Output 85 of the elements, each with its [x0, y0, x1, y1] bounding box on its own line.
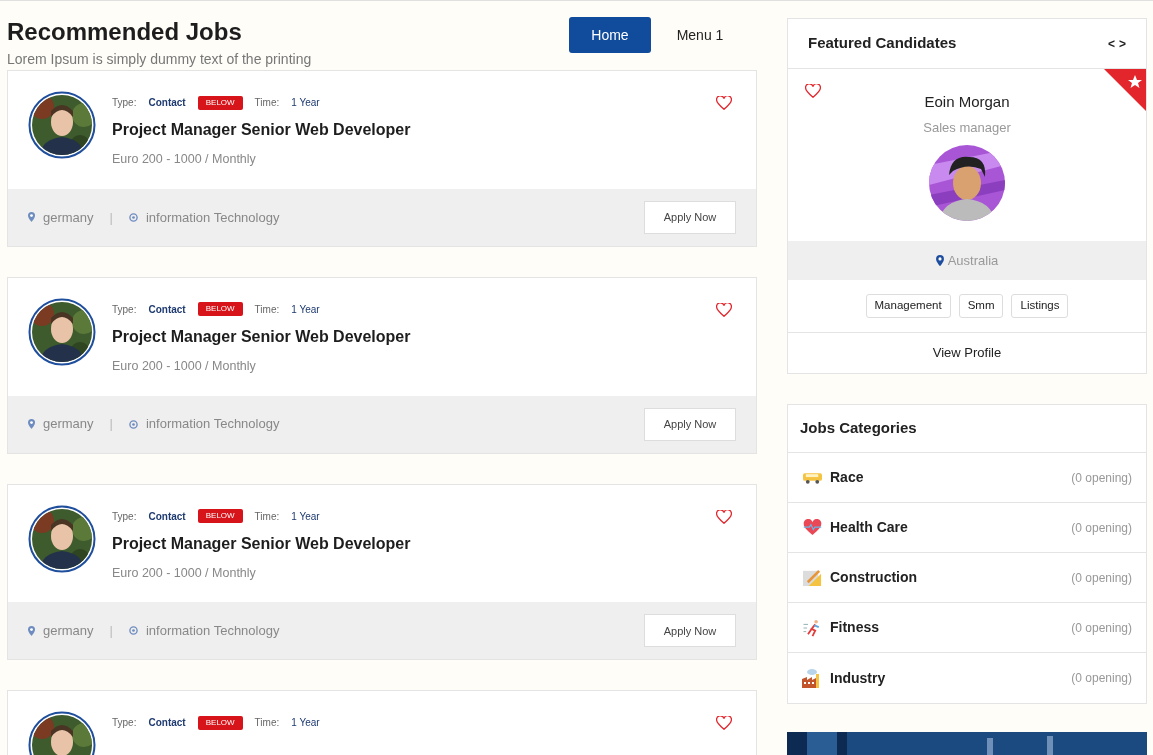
category-name: Industry — [830, 668, 887, 688]
map-pin-icon — [28, 625, 35, 636]
heart-pulse-icon — [802, 519, 822, 536]
time-label: Time: — [254, 96, 280, 110]
factory-icon — [802, 668, 822, 688]
opening-count: (0 opening) — [1071, 519, 1132, 537]
map-pin-icon — [935, 255, 944, 266]
opening-count: (0 opening) — [1071, 569, 1132, 587]
salary-text: Euro 200 - 1000 / Monthly — [112, 151, 257, 168]
van-icon — [802, 471, 822, 484]
category-row[interactable]: Race (0 opening) — [788, 453, 1146, 503]
separator-text: | — [109, 208, 113, 227]
salary-text: Euro 200 - 1000 / Monthly — [112, 357, 257, 375]
category-text: information Technology — [145, 622, 280, 640]
skill-tag: Smm — [958, 294, 1004, 318]
nav-tab[interactable]: Menu 1 — [659, 17, 741, 53]
separator-text: | — [109, 622, 113, 640]
prev-arrow[interactable]: < — [1107, 34, 1115, 53]
job-badge: BELOW — [197, 509, 243, 523]
page-subtitle: Lorem Ipsum is simply dummy text of the printing — [7, 50, 313, 69]
category-row[interactable]: Construction (0 opening) — [788, 553, 1146, 603]
category-text: information Technology — [145, 208, 280, 227]
apply-button[interactable]: Apply Now — [644, 614, 736, 648]
apply-button[interactable]: Apply Now — [644, 407, 736, 441]
runner-icon — [802, 618, 822, 637]
time-value: 1 Year — [291, 716, 320, 731]
category-name: Race — [830, 468, 865, 487]
target-icon — [128, 626, 138, 636]
salary-text: Euro 200 - 1000 / Monthly — [112, 564, 257, 582]
card-title: Jobs Categories — [800, 418, 917, 439]
category-row[interactable]: Fitness (0 opening) — [788, 603, 1146, 653]
job-badge: BELOW — [197, 302, 243, 317]
skill-tag: Management — [865, 294, 951, 318]
time-label: Time: — [254, 509, 280, 524]
category-text: information Technology — [145, 415, 280, 434]
heart-icon[interactable] — [716, 302, 732, 317]
job-badge: BELOW — [197, 715, 243, 730]
separator-text: | — [109, 415, 113, 434]
map-pin-icon — [28, 419, 35, 429]
job-title[interactable]: Project Manager Senior Web Developer — [112, 118, 700, 142]
type-value: Contact — [148, 96, 186, 110]
candidate-name: Eoin Morgan — [924, 92, 1010, 112]
type-value: Contact — [148, 716, 186, 731]
view-profile-button[interactable]: View Profile — [788, 333, 1146, 373]
target-icon — [128, 212, 138, 222]
drafting-icon — [802, 568, 822, 587]
category-name: Health Care — [830, 518, 909, 537]
type-label: Type: — [112, 509, 137, 524]
location-text: germany — [43, 208, 94, 227]
type-value: Contact — [148, 509, 186, 524]
type-label: Type: — [112, 96, 137, 110]
apply-button[interactable]: Apply Now — [644, 200, 736, 234]
heart-icon[interactable] — [716, 716, 732, 731]
skill-tag: Listings — [1011, 294, 1069, 318]
type-value: Contact — [148, 302, 186, 317]
card-title: Featured Candidates — [808, 33, 958, 54]
time-value: 1 Year — [291, 509, 320, 524]
next-arrow[interactable]: > — [1119, 34, 1126, 53]
type-label: Type: — [112, 716, 137, 731]
job-title[interactable]: Project Manager Senior Web Developer — [112, 324, 700, 349]
nav-tab[interactable]: Home — [569, 17, 651, 53]
job-title[interactable]: Project Manager Senior Web Developer — [112, 531, 700, 556]
category-name: Fitness — [830, 618, 880, 637]
time-label: Time: — [254, 302, 280, 317]
opening-count: (0 opening) — [1071, 670, 1132, 687]
opening-count: (0 opening) — [1071, 619, 1132, 637]
category-name: Construction — [830, 568, 919, 587]
candidate-location: Australia — [947, 251, 999, 270]
candidate-role: Sales manager — [923, 118, 1011, 137]
type-label: Type: — [112, 302, 137, 317]
location-text: germany — [43, 622, 94, 640]
map-pin-icon — [28, 212, 35, 223]
time-label: Time: — [254, 716, 280, 731]
opening-count: (0 opening) — [1071, 469, 1132, 487]
heart-icon[interactable] — [805, 84, 821, 98]
time-value: 1 Year — [291, 302, 320, 317]
target-icon — [128, 419, 138, 429]
heart-icon[interactable] — [716, 96, 732, 110]
page-title: Recommended Jobs — [7, 17, 243, 47]
category-row[interactable]: Health Care (0 opening) — [788, 503, 1146, 553]
category-row[interactable]: Industry (0 opening) — [788, 653, 1146, 703]
location-text: germany — [43, 415, 94, 434]
time-value: 1 Year — [291, 96, 320, 110]
job-badge: BELOW — [197, 95, 243, 110]
heart-icon[interactable] — [716, 509, 732, 524]
